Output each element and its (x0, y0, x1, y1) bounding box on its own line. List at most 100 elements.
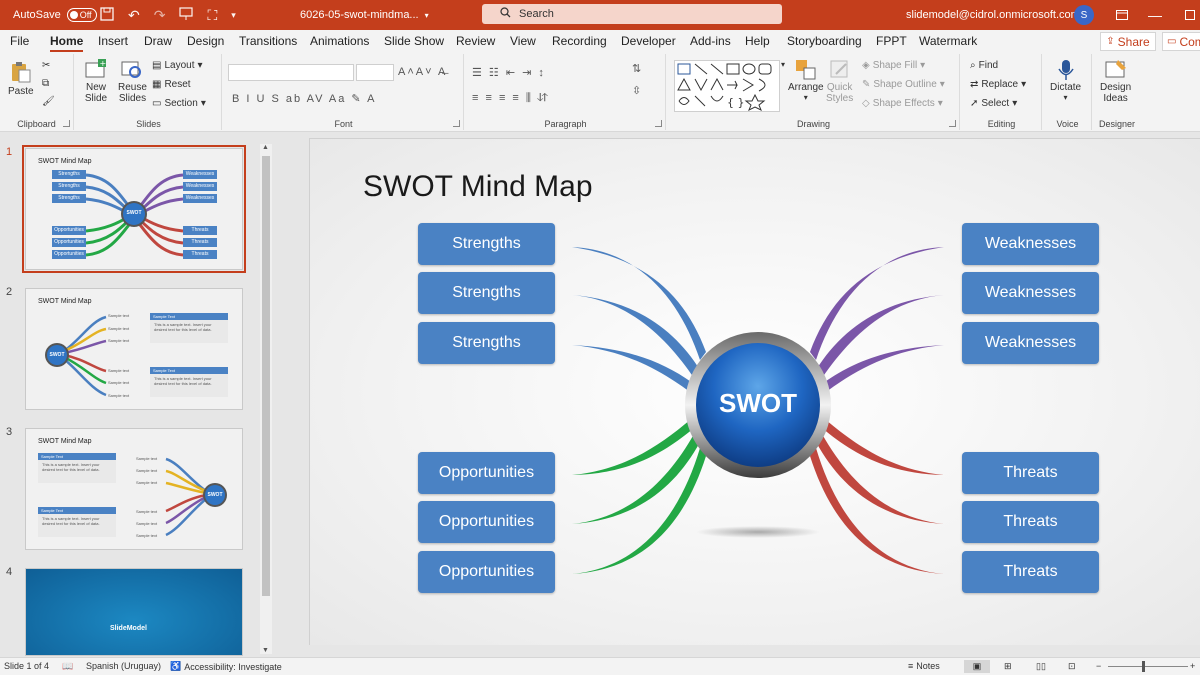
font-launcher-icon[interactable] (453, 120, 460, 127)
document-title[interactable]: 6026-05-swot-mindma... ▾ (300, 0, 429, 30)
tab-slide-show[interactable]: Slide Show (384, 34, 444, 48)
search-box[interactable]: Search (482, 4, 782, 24)
slideshow-view-icon[interactable]: ⊡ (1068, 661, 1076, 672)
slide-sorter-icon[interactable]: ⊞ (1004, 661, 1012, 672)
drawing-launcher-icon[interactable] (949, 120, 956, 127)
scroll-up-icon[interactable]: ▲ (262, 144, 269, 151)
scroll-down-icon[interactable]: ▼ (262, 647, 269, 654)
tab-transitions[interactable]: Transitions (239, 34, 297, 48)
threats-box-3[interactable]: Threats (962, 551, 1099, 593)
arrange-button[interactable]: Arrange ▾ (788, 58, 824, 102)
slide-thumbnail-4[interactable]: SlideModel (25, 568, 243, 656)
minimize-icon[interactable]: — (1148, 0, 1162, 30)
tab-insert[interactable]: Insert (98, 34, 128, 48)
align-buttons-icon[interactable]: ≡ ≡ ≡ ≡ ⫼ ⇵ (472, 92, 550, 105)
threats-box-1[interactable]: Threats (962, 452, 1099, 494)
share-button[interactable]: ⇪ Share (1100, 32, 1156, 51)
clipboard-launcher-icon[interactable] (63, 120, 70, 127)
replace-button[interactable]: ⇄ Replace ▾ (970, 79, 1026, 90)
undo-icon[interactable]: ↶ (128, 7, 140, 24)
new-slide-button[interactable]: + New Slide (84, 58, 108, 104)
normal-view-icon[interactable]: ▣ (964, 660, 990, 673)
opportunities-box-1[interactable]: Opportunities (418, 452, 555, 494)
zoom-slider[interactable] (1108, 666, 1188, 667)
accessibility-button[interactable]: ♿ Accessibility: Investigate (170, 661, 282, 672)
tab-recording[interactable]: Recording (552, 34, 607, 48)
font-name-combo[interactable] (228, 64, 354, 81)
slide-thumbnail-1[interactable]: SWOT Mind Map Strengths Strengths Streng… (22, 145, 246, 273)
comments-button[interactable]: ▭ Com (1162, 32, 1200, 51)
reset-button[interactable]: ▦ Reset (152, 79, 191, 90)
thumbnail-scrollbar[interactable]: ▲ ▼ (260, 144, 272, 654)
quick-styles-button[interactable]: Quick Styles (826, 58, 853, 104)
weaknesses-box-1[interactable]: Weaknesses (962, 223, 1099, 265)
select-button[interactable]: ➚ Select ▾ (970, 98, 1017, 109)
autosave[interactable]: AutoSave Off (13, 0, 97, 30)
spelling-icon[interactable]: 📖 (62, 661, 73, 672)
tab-file[interactable]: File (10, 34, 29, 48)
tab-view[interactable]: View (510, 34, 536, 48)
font-size-buttons-icon[interactable]: A˄A˅ A̶ (398, 66, 447, 78)
opportunities-box-2[interactable]: Opportunities (418, 501, 555, 543)
maximize-icon[interactable] (1185, 0, 1195, 30)
list-buttons-icon[interactable]: ☰ ☷ ⇤ ⇥ ↕ (472, 66, 546, 79)
dictate-button[interactable]: Dictate ▾ (1050, 58, 1081, 102)
tab-draw[interactable]: Draw (144, 34, 172, 48)
shape-outline-button[interactable]: ✎ Shape Outline ▾ (862, 79, 945, 90)
account-name[interactable]: slidemodel@cidrol.onmicrosoft.com (906, 0, 1080, 30)
shapes-gallery[interactable]: { } (674, 60, 780, 112)
slide-title[interactable]: SWOT Mind Map (363, 170, 593, 204)
language-indicator[interactable]: Spanish (Uruguay) (86, 661, 161, 671)
text-direction-icon[interactable]: ⇅ (632, 62, 643, 75)
align-text-icon[interactable]: ⇳ (632, 84, 643, 97)
tab-home[interactable]: Home (50, 34, 84, 53)
redo-icon[interactable]: ↷ (154, 7, 166, 24)
reuse-slides-button[interactable]: Reuse Slides (118, 58, 147, 104)
opportunities-box-3[interactable]: Opportunities (418, 551, 555, 593)
tab-add-ins[interactable]: Add-ins (690, 34, 731, 48)
ribbon-display-icon[interactable] (1116, 0, 1128, 30)
tab-help[interactable]: Help (745, 34, 770, 48)
weaknesses-box-2[interactable]: Weaknesses (962, 272, 1099, 314)
touch-mode-icon[interactable]: ⛶ (207, 7, 217, 24)
swot-center-label[interactable]: SWOT (698, 388, 818, 419)
strengths-box-3[interactable]: Strengths (418, 322, 555, 364)
save-icon[interactable] (100, 6, 114, 24)
reading-view-icon[interactable]: ▯▯ (1036, 661, 1046, 672)
slide-thumbnail-3[interactable]: SWOT Mind Map SWOT Sample Text This is a… (25, 428, 243, 550)
section-button[interactable]: ▭ Section ▾ (152, 98, 206, 109)
tab-developer[interactable]: Developer (621, 34, 676, 48)
tab-fppt[interactable]: FPPT (876, 34, 907, 48)
zoom-in-icon[interactable]: + (1190, 661, 1195, 671)
present-icon[interactable] (179, 6, 194, 24)
customize-qat-icon[interactable]: ▾ (231, 10, 236, 21)
shapes-more-icon[interactable]: ▾ (781, 60, 785, 69)
scrollbar-thumb[interactable] (262, 156, 270, 596)
tab-design[interactable]: Design (187, 34, 224, 48)
tab-animations[interactable]: Animations (310, 34, 369, 48)
strengths-box-2[interactable]: Strengths (418, 272, 555, 314)
cut-icon[interactable]: ✂ (42, 60, 50, 71)
tab-review[interactable]: Review (456, 34, 495, 48)
design-ideas-button[interactable]: Design Ideas (1100, 58, 1131, 104)
shape-effects-button[interactable]: ◇ Shape Effects ▾ (862, 98, 943, 109)
paste-button[interactable]: Paste (8, 60, 34, 97)
shape-fill-button[interactable]: ◈ Shape Fill ▾ (862, 60, 925, 71)
account-avatar[interactable]: S (1074, 0, 1094, 30)
paragraph-launcher-icon[interactable] (655, 120, 662, 127)
tab-watermark[interactable]: Watermark (919, 34, 977, 48)
slide-thumbnail-2[interactable]: SWOT Mind Map SWOT Sample text Sample te… (25, 288, 243, 410)
threats-box-2[interactable]: Threats (962, 501, 1099, 543)
copy-icon[interactable]: ⧉ (42, 78, 49, 89)
zoom-slider-thumb[interactable] (1142, 661, 1145, 672)
find-button[interactable]: ⌕ Find (970, 60, 998, 71)
notes-button[interactable]: ≡ Notes (908, 661, 940, 671)
format-painter-icon[interactable]: 🖌 (42, 96, 55, 107)
tab-storyboarding[interactable]: Storyboarding (787, 34, 862, 48)
font-size-combo[interactable] (356, 64, 394, 81)
zoom-out-icon[interactable]: − (1096, 661, 1101, 671)
layout-button[interactable]: ▤ Layout ▾ (152, 60, 203, 71)
autosave-toggle[interactable]: Off (66, 8, 97, 22)
strengths-box-1[interactable]: Strengths (418, 223, 555, 265)
font-format-icons[interactable]: B I U S ab AV Aa ✎ A (232, 92, 376, 105)
